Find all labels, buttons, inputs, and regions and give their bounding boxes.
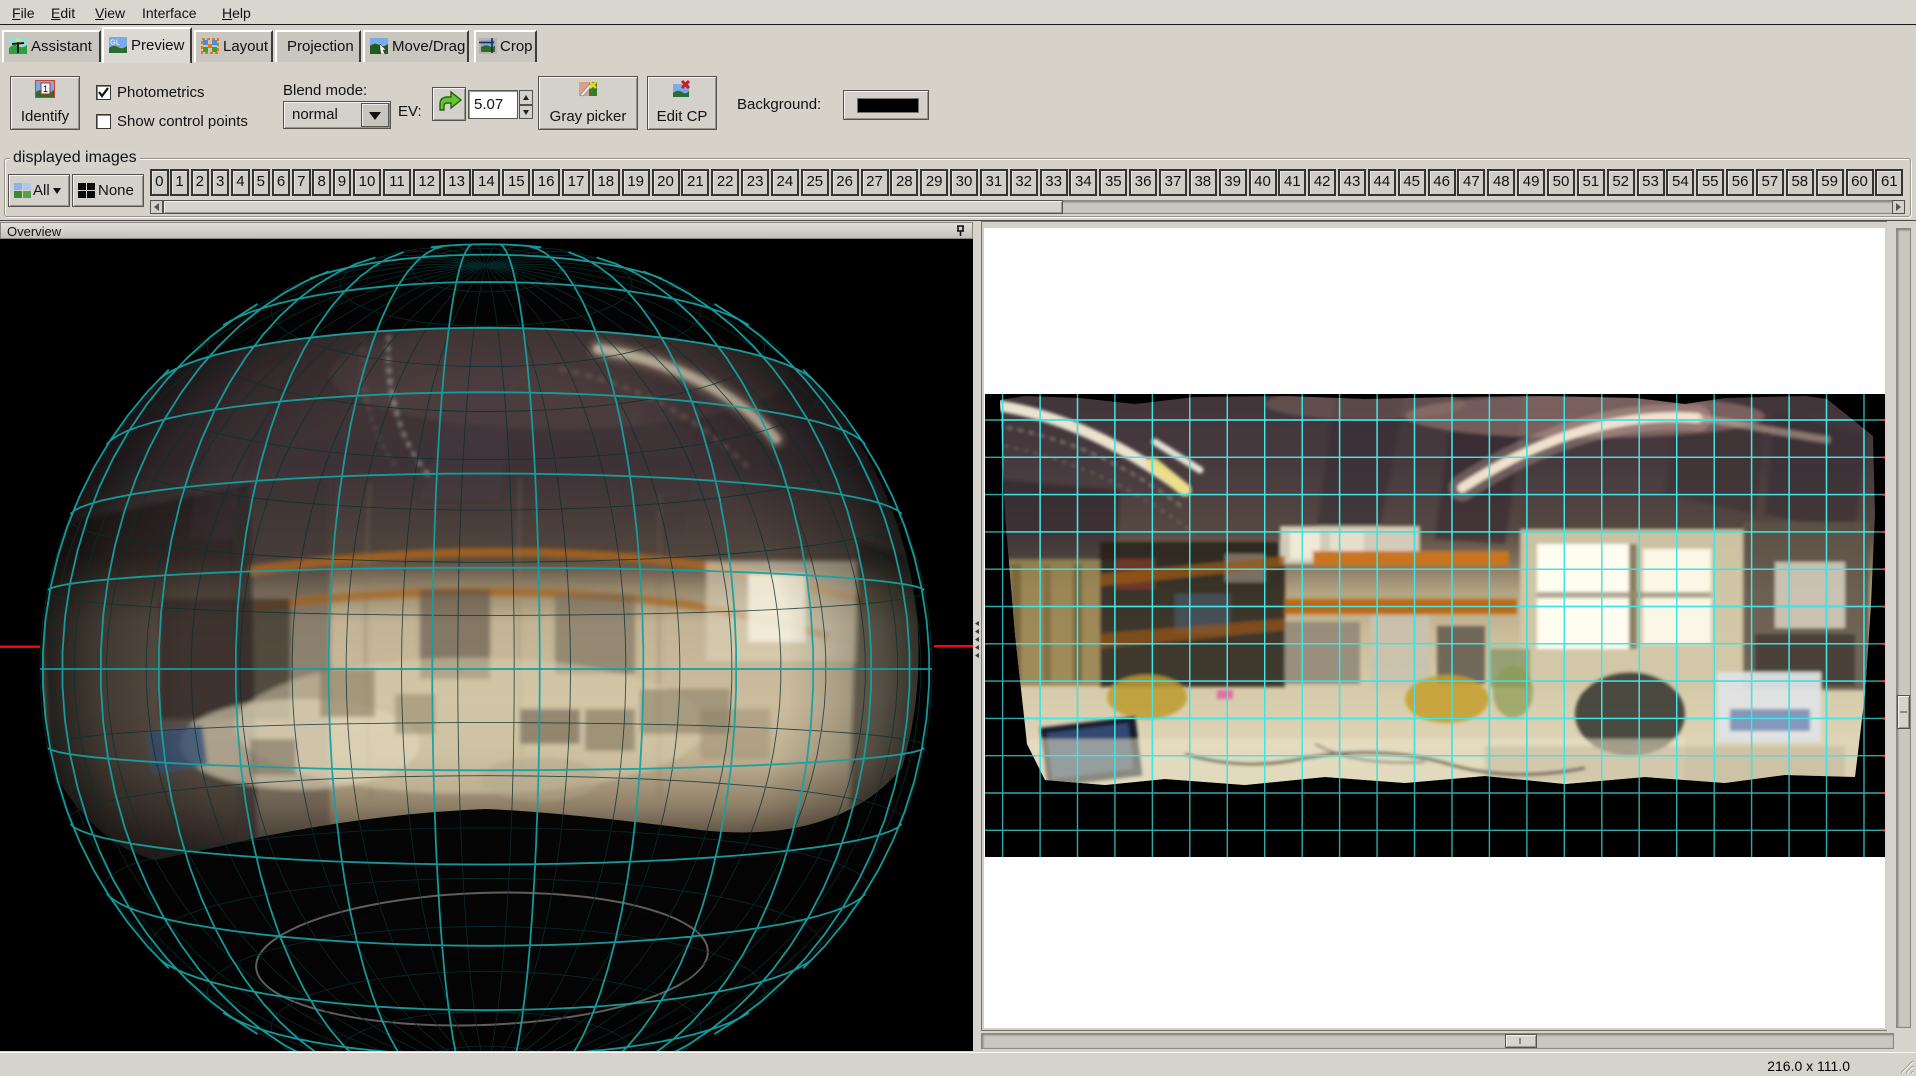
svg-text:GL: GL xyxy=(110,38,120,47)
svg-text:1: 1 xyxy=(43,84,48,94)
